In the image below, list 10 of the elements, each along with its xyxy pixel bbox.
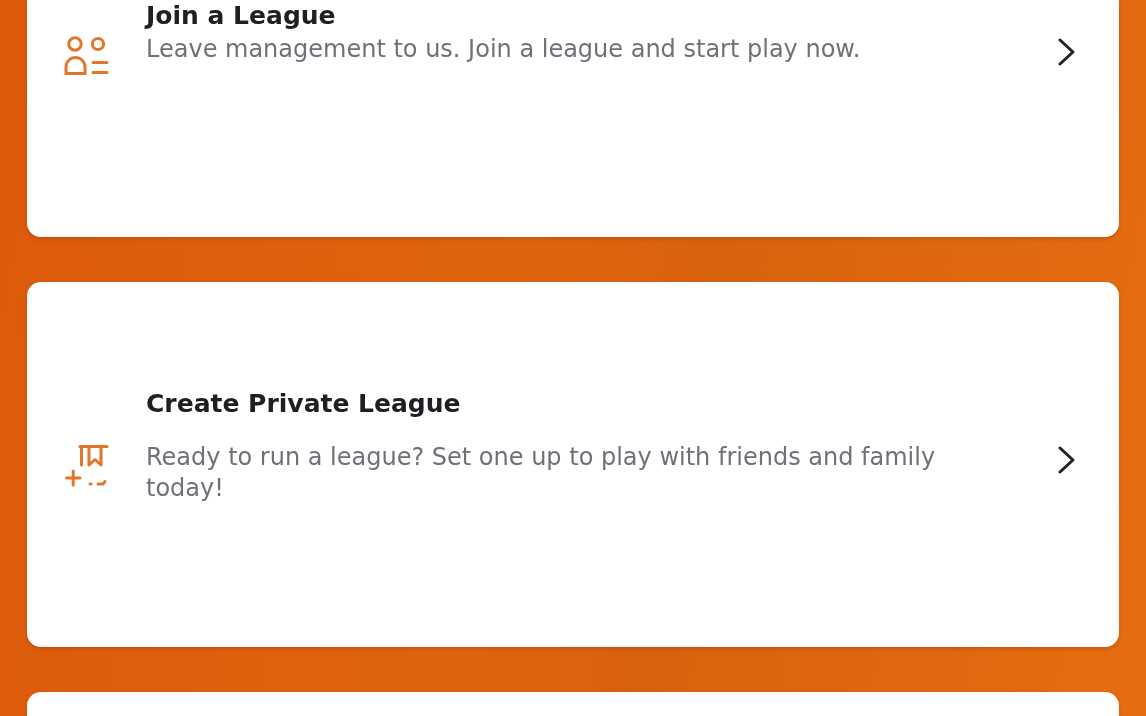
people-icon [64, 36, 110, 76]
card[interactable]: Join a League Leave management to us. Join a league and start play now. [27, 0, 1119, 237]
card-title: Join a League [146, 0, 336, 32]
card-description: Ready to run a league? Set one up to play with friends and family today! [146, 442, 937, 504]
chevron-right-icon [1057, 37, 1077, 67]
card[interactable]: Create Private League Ready to run a league? Set one up to play with friends and family today! [27, 282, 1119, 647]
card-description: Leave management to us. Join a league and start play now. [146, 34, 861, 65]
card-title: Create Private League [146, 388, 461, 420]
bookmark-plus-icon [64, 444, 110, 488]
chevron-right-icon [1057, 445, 1077, 475]
